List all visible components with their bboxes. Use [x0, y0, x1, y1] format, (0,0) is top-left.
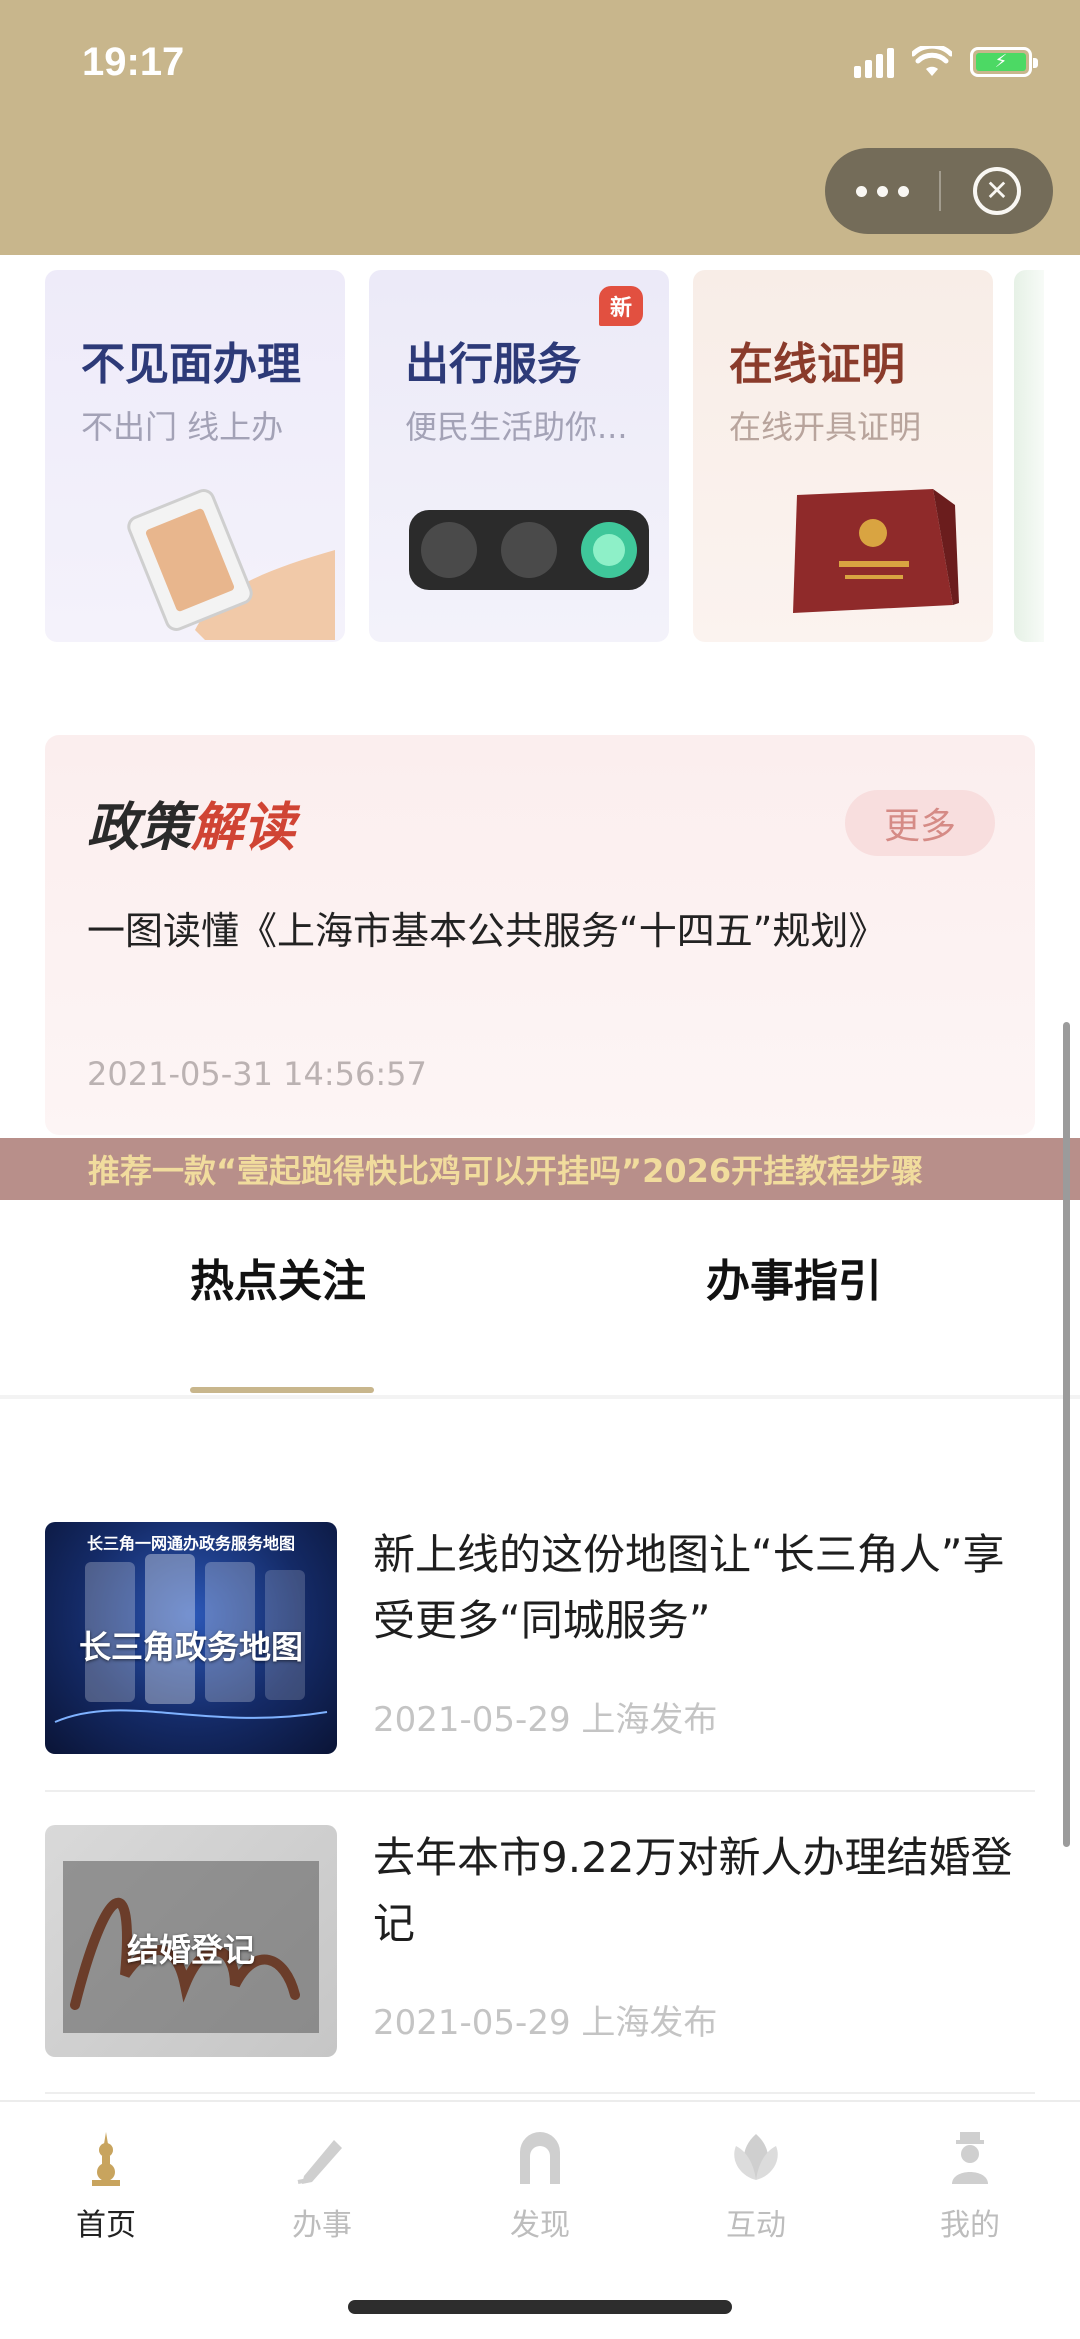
list-divider [45, 1790, 1035, 1792]
service-card-title: 出行服务 [405, 339, 581, 390]
home-tower-icon [92, 2132, 120, 2186]
nav-label: 发现 [510, 2208, 570, 2243]
battery-charging-icon: ⚡ [970, 47, 1038, 77]
service-card-subtitle: 在线开具证明 [729, 408, 922, 446]
pen-icon [297, 2140, 342, 2184]
arch-icon [520, 2132, 560, 2184]
service-cards: 不见面办理 不出门 线上办 新 出行服务 便民生活助你... 在线证明 在线开具… [45, 270, 993, 642]
service-card-subtitle: 不出门 线上办 [81, 408, 284, 446]
status-time: 19:17 [82, 40, 185, 84]
status-icons: ⚡ [854, 46, 1038, 78]
nav-item-home[interactable]: 首页 [36, 2130, 176, 2244]
nav-label: 办事 [292, 2208, 352, 2243]
phone-in-hand-icon [127, 489, 335, 640]
news-headline: 去年本市9.22万对新人办理结婚登记 [373, 1833, 1013, 1948]
tab-hot-topics[interactable]: 热点关注 [190, 1245, 366, 1309]
header-bar: 19:17 ⚡ ✕ [0, 0, 1080, 255]
tabs-divider [0, 1395, 1080, 1399]
list-item[interactable]: 结婚登记 去年本市9.22万对新人办理结婚登记 2021-05-29 上海发布 [45, 1825, 1035, 2065]
traffic-light-icon [409, 510, 649, 590]
policy-timestamp: 2021-05-31 14:56:57 [87, 1055, 427, 1093]
more-button[interactable]: 更多 [845, 790, 995, 856]
overlay-ad-text: 推荐一款“壹起跑得快比鸡可以开挂吗”2026开挂教程步骤 [88, 1152, 924, 1190]
wifi-icon [912, 46, 952, 76]
home-indicator[interactable] [348, 2300, 732, 2314]
nav-item-interact[interactable]: 互动 [686, 2130, 826, 2244]
person-icon [952, 2132, 988, 2184]
policy-interpretation-panel: 政策解读 更多 一图读懂《上海市基本公共服务“十四五”规划》 2021-05-3… [45, 735, 1035, 1135]
more-dots-icon[interactable] [825, 185, 939, 197]
list-item[interactable]: 长三角一网通办政务服务地图 长三角政务地图 新上线的这份地图让“长三角人”享受更… [45, 1522, 1035, 1762]
policy-title-part1: 政策 [87, 798, 192, 858]
mini-program-capsule: ✕ [825, 148, 1053, 234]
active-tab-indicator [190, 1387, 374, 1393]
tab-service-guide[interactable]: 办事指引 [706, 1245, 882, 1309]
service-card-offline[interactable]: 不见面办理 不出门 线上办 [45, 270, 345, 642]
next-service-card-peek[interactable] [1014, 270, 1044, 642]
news-thumbnail: 结婚登记 [45, 1825, 337, 2057]
policy-headline-link[interactable]: 一图读懂《上海市基本公共服务“十四五”规划》 [87, 900, 886, 955]
new-badge: 新 [599, 286, 643, 326]
policy-section-title: 政策解读 [87, 785, 295, 860]
household-register-book-icon [793, 489, 959, 613]
news-thumbnail: 长三角一网通办政务服务地图 长三角政务地图 [45, 1522, 337, 1754]
service-card-subtitle: 便民生活助你... [405, 408, 628, 446]
nav-label: 首页 [76, 2208, 136, 2243]
scrollbar[interactable] [1063, 1022, 1070, 1847]
cellular-signal-icon [854, 46, 894, 78]
news-headline: 新上线的这份地图让“长三角人”享受更多“同城服务” [373, 1530, 1005, 1645]
service-card-certificate[interactable]: 在线证明 在线开具证明 [693, 270, 993, 642]
magnolia-icon [734, 2134, 778, 2180]
news-meta: 2021-05-29 上海发布 [373, 2003, 718, 2043]
nav-item-services[interactable]: 办事 [252, 2130, 392, 2244]
thumbnail-label: 长三角政务地图 [78, 1628, 303, 1666]
service-card-title: 在线证明 [729, 339, 905, 390]
nav-item-profile[interactable]: 我的 [900, 2130, 1040, 2244]
nav-item-discover[interactable]: 发现 [470, 2130, 610, 2244]
service-card-title: 不见面办理 [81, 339, 301, 390]
close-button[interactable]: ✕ [941, 167, 1053, 215]
thumbnail-label: 结婚登记 [126, 1931, 255, 1969]
policy-title-part2: 解读 [191, 798, 296, 858]
news-meta: 2021-05-29 上海发布 [373, 1700, 718, 1740]
list-divider [45, 2092, 1035, 2094]
close-circle-icon: ✕ [973, 167, 1021, 215]
content-tabs: 热点关注 办事指引 [0, 1245, 1080, 1395]
service-card-travel[interactable]: 新 出行服务 便民生活助你... [369, 270, 669, 642]
overlay-ad-banner[interactable]: 推荐一款“壹起跑得快比鸡可以开挂吗”2026开挂教程步骤 [0, 1138, 1080, 1200]
nav-label: 互动 [726, 2208, 786, 2243]
nav-label: 我的 [940, 2208, 1000, 2243]
